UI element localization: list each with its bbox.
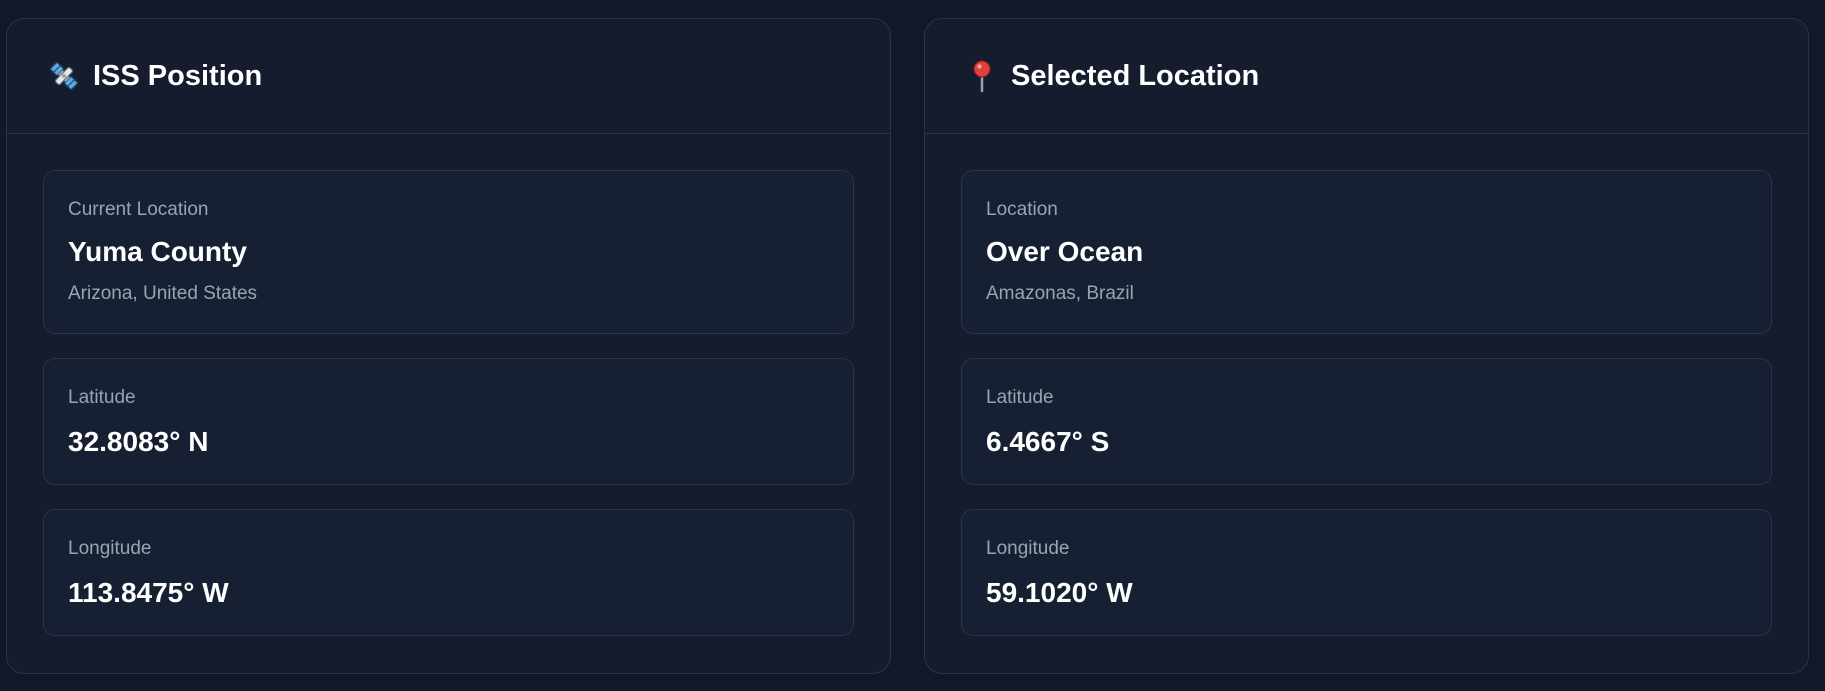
- iss-longitude-label: Longitude: [68, 538, 152, 559]
- selected-longitude-label: Longitude: [986, 538, 1070, 559]
- selected-latitude-value: 6.4667° S: [986, 426, 1110, 457]
- selected-panel-title: Selected Location: [1011, 59, 1260, 92]
- iss-panel-header: ISS Position: [7, 19, 890, 134]
- selected-location-label: Location: [986, 199, 1058, 220]
- satellite-icon: [47, 59, 81, 93]
- selected-panel-body: Location Over Ocean Amazonas, Brazil Lat…: [925, 134, 1808, 636]
- selected-location-region: Amazonas, Brazil: [986, 283, 1134, 304]
- pushpin-icon: [965, 59, 999, 93]
- page: ISS Position Current Location Yuma Count…: [0, 0, 1825, 691]
- selected-location-name: Over Ocean: [986, 236, 1144, 267]
- selected-location-panel: Selected Location Location Over Ocean Am…: [924, 18, 1809, 674]
- iss-latitude-card: Latitude 32.8083° N: [43, 358, 854, 485]
- iss-location-name: Yuma County: [68, 236, 247, 267]
- iss-panel-title: ISS Position: [93, 59, 263, 92]
- iss-panel-body: Current Location Yuma County Arizona, Un…: [7, 134, 890, 636]
- iss-position-panel: ISS Position Current Location Yuma Count…: [6, 18, 891, 674]
- iss-longitude-card: Longitude 113.8475° W: [43, 509, 854, 636]
- selected-location-card: Location Over Ocean Amazonas, Brazil: [961, 170, 1772, 334]
- iss-location-card: Current Location Yuma County Arizona, Un…: [43, 170, 854, 334]
- selected-longitude-value: 59.1020° W: [986, 577, 1133, 608]
- iss-latitude-label: Latitude: [68, 387, 136, 408]
- selected-latitude-card: Latitude 6.4667° S: [961, 358, 1772, 485]
- selected-latitude-label: Latitude: [986, 387, 1054, 408]
- selected-panel-header: Selected Location: [925, 19, 1808, 134]
- iss-location-region: Arizona, United States: [68, 283, 258, 304]
- iss-longitude-value: 113.8475° W: [68, 577, 229, 608]
- selected-longitude-card: Longitude 59.1020° W: [961, 509, 1772, 636]
- iss-latitude-value: 32.8083° N: [68, 426, 209, 457]
- iss-location-label: Current Location: [68, 199, 209, 220]
